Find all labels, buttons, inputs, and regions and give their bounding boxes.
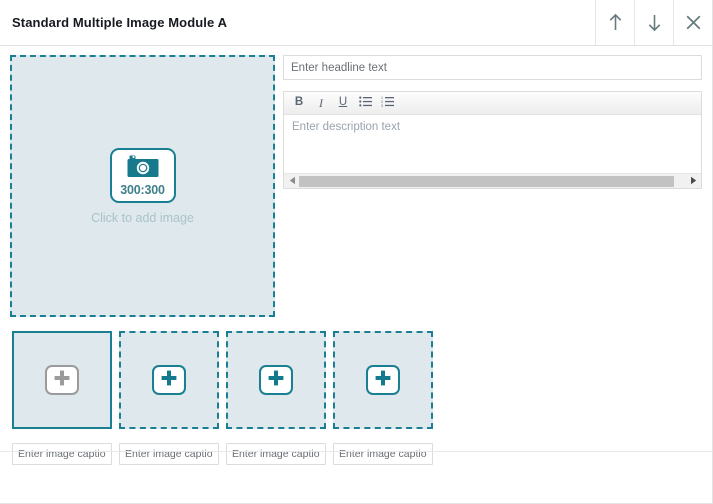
bold-button[interactable]: B [289,94,309,113]
scroll-left-button[interactable] [285,175,299,188]
thumbnail-2[interactable] [119,331,219,429]
camera-icon [127,155,159,183]
plus-icon [160,369,178,392]
add-image-card [366,365,400,395]
image-ratio-label: 300:300 [120,182,165,197]
module-header: Standard Multiple Image Module A [0,0,712,46]
image-module-panel: Standard Multiple Image Module A 300:300… [0,0,713,504]
headline-input[interactable] [283,55,702,80]
caption-input-1[interactable] [12,443,112,465]
triangle-left-icon [289,172,296,190]
move-down-button[interactable] [634,0,673,45]
rich-text-toolbar: B I U 1 2 3 [284,92,701,115]
bulleted-list-button[interactable] [355,94,375,113]
close-button[interactable] [673,0,712,45]
caption-strip [0,429,712,465]
plus-icon [267,369,285,392]
scroll-right-button[interactable] [686,175,700,188]
thumbnail-3[interactable] [226,331,326,429]
add-image-card [259,365,293,395]
plus-icon [374,369,392,392]
scrollbar-track[interactable] [299,175,686,187]
bulleted-list-icon [358,96,372,111]
caption-input-2[interactable] [119,443,219,465]
header-actions [595,0,712,45]
module-body: 300:300 Click to add image B I U [0,46,712,465]
scrollbar-thumb[interactable] [299,175,675,187]
description-input[interactable]: Enter description text [284,115,701,173]
svg-text:3: 3 [381,104,383,107]
plus-icon [53,369,71,392]
dropzone-caption: Click to add image [91,210,194,225]
main-image-dropzone[interactable]: 300:300 Click to add image [10,55,275,317]
triangle-right-icon [690,172,697,190]
thumbnail-1[interactable] [12,331,112,429]
description-horizontal-scrollbar[interactable] [284,173,701,188]
numbered-list-icon: 1 2 3 [381,96,394,111]
top-row: 300:300 Click to add image B I U [0,46,712,317]
arrow-up-icon [607,13,624,32]
footer-divider [0,451,712,452]
underline-button[interactable]: U [333,94,353,113]
camera-placeholder-card: 300:300 [109,147,176,203]
caption-input-4[interactable] [333,443,433,465]
arrow-down-icon [646,13,663,32]
editor-column: B I U [283,55,702,189]
page-title: Standard Multiple Image Module A [12,15,228,30]
thumbnail-4[interactable] [333,331,433,429]
close-icon [685,14,702,31]
italic-button[interactable]: I [311,94,331,113]
thumbnail-strip [0,317,712,429]
numbered-list-button[interactable]: 1 2 3 [377,94,397,113]
caption-input-3[interactable] [226,443,326,465]
move-up-button[interactable] [595,0,634,45]
add-image-card [45,365,79,395]
description-editor: B I U 1 2 3 Enter description text [283,91,702,189]
add-image-card [152,365,186,395]
